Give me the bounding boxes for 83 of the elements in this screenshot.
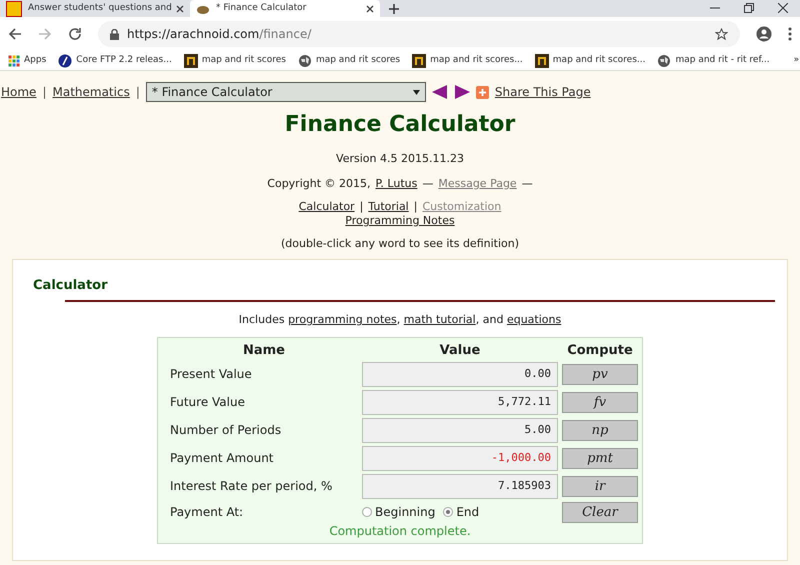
dash: — [522, 176, 533, 192]
share-plus-icon[interactable] [476, 86, 489, 98]
version-text: Version 4.5 2015.11.23 [336, 151, 464, 167]
nav-link[interactable]: Home [1, 83, 36, 101]
window-close-icon[interactable] [778, 3, 788, 13]
close-icon[interactable] [176, 4, 184, 12]
n-logo-icon [412, 54, 426, 68]
message-link[interactable]: Message Page [438, 176, 517, 192]
next-arrow-icon[interactable] [454, 85, 470, 99]
column-header: Value [438, 342, 482, 358]
apps-grid-icon [8, 54, 20, 66]
bookmark[interactable]: map and rit scores [298, 54, 400, 68]
globe-icon [657, 54, 672, 68]
page-link[interactable]: Calculator [298, 200, 355, 214]
author-link[interactable]: P. Lutus [376, 176, 418, 192]
back-icon[interactable] [8, 27, 22, 41]
inline-link[interactable]: programming notes [288, 313, 397, 326]
nav-link[interactable]: Mathematics [52, 83, 130, 101]
compute-button[interactable]: pv [562, 364, 638, 384]
page-link[interactable]: Tutorial [368, 200, 409, 214]
lock-icon [110, 28, 119, 40]
previous-arrow-icon[interactable] [432, 85, 448, 99]
restore-icon[interactable] [744, 3, 754, 13]
disc-icon [58, 54, 72, 68]
compute-button[interactable]: ir [562, 476, 638, 496]
row-label: Present Value [170, 366, 253, 383]
page-select[interactable]: * Finance Calculator [146, 82, 426, 102]
separator: | [136, 84, 140, 101]
globe-icon [298, 54, 312, 68]
n-logo-icon [184, 54, 198, 68]
address-bar[interactable]: https://arachnoid.com/finance/ [98, 21, 740, 47]
row-label: Number of Periods [170, 422, 282, 439]
bookmark[interactable]: map and rit scores [184, 54, 286, 68]
share-link[interactable]: Share This Page [494, 83, 591, 101]
account-icon[interactable] [756, 26, 772, 42]
radio-option[interactable]: End [443, 503, 480, 521]
browser-tab[interactable]: * Finance Calculator [190, 0, 380, 17]
compute-button[interactable]: pmt [562, 448, 638, 468]
reload-icon[interactable] [68, 27, 82, 41]
copyright-text: Copyright © 2015, [267, 176, 371, 192]
value-field[interactable]: 0.00 [362, 362, 558, 386]
more-bookmarks[interactable]: » [794, 54, 800, 68]
n-logo-icon [534, 54, 549, 68]
includes-text: Includes programming notes, math tutorial, and equations [238, 312, 562, 328]
bookmark[interactable]: Apps [8, 54, 46, 68]
browser-tab[interactable]: Answer students' questions and [0, 0, 190, 17]
compute-button[interactable]: fv [562, 392, 638, 412]
page-link[interactable]: Programming Notes [345, 214, 455, 228]
separator: | [360, 200, 364, 214]
status-text: Computation complete. [328, 524, 472, 538]
inline-link[interactable]: math tutorial [404, 313, 476, 326]
row-label: Payment At: [170, 504, 244, 521]
row-label: Interest Rate per period, % [170, 478, 334, 495]
row-label: Payment Amount [170, 450, 275, 467]
row-label: Future Value [170, 394, 246, 411]
radio-button[interactable] [443, 507, 454, 517]
column-header: Compute [566, 342, 634, 358]
compute-button[interactable]: np [562, 420, 638, 440]
hint-text: (double-click any word to see its definition) [280, 236, 520, 252]
dropdown-caret-icon [412, 90, 420, 94]
value-field[interactable]: 5.00 [362, 418, 558, 442]
clear-button[interactable]: Clear [562, 502, 638, 522]
menu-icon[interactable] [788, 27, 792, 41]
radio-option[interactable]: Beginning [362, 503, 436, 521]
value-field[interactable]: 5,772.11 [362, 390, 558, 414]
separator: | [42, 84, 46, 101]
star-icon[interactable] [715, 28, 728, 40]
separator: | [414, 200, 418, 214]
value-field[interactable]: 7.185903 [362, 474, 558, 498]
value-field[interactable]: -1,000.00 [362, 446, 558, 470]
bookmark[interactable]: map and rit scores... [412, 54, 523, 68]
close-icon[interactable] [366, 4, 374, 12]
bookmark[interactable]: map and rit - rit ref... [657, 54, 770, 68]
bookmark[interactable]: map and rit scores... [534, 54, 646, 68]
bookmark[interactable]: Core FTP 2.2 releas... [58, 54, 172, 68]
page-title: Finance Calculator [284, 111, 516, 139]
new-tab-icon[interactable] [388, 3, 400, 15]
dash: — [422, 176, 434, 192]
site-icon [6, 0, 22, 16]
section-title: Calculator [33, 276, 109, 294]
column-header: Name [242, 342, 286, 358]
inline-link[interactable]: equations [506, 313, 562, 326]
radio-button[interactable] [362, 507, 372, 517]
